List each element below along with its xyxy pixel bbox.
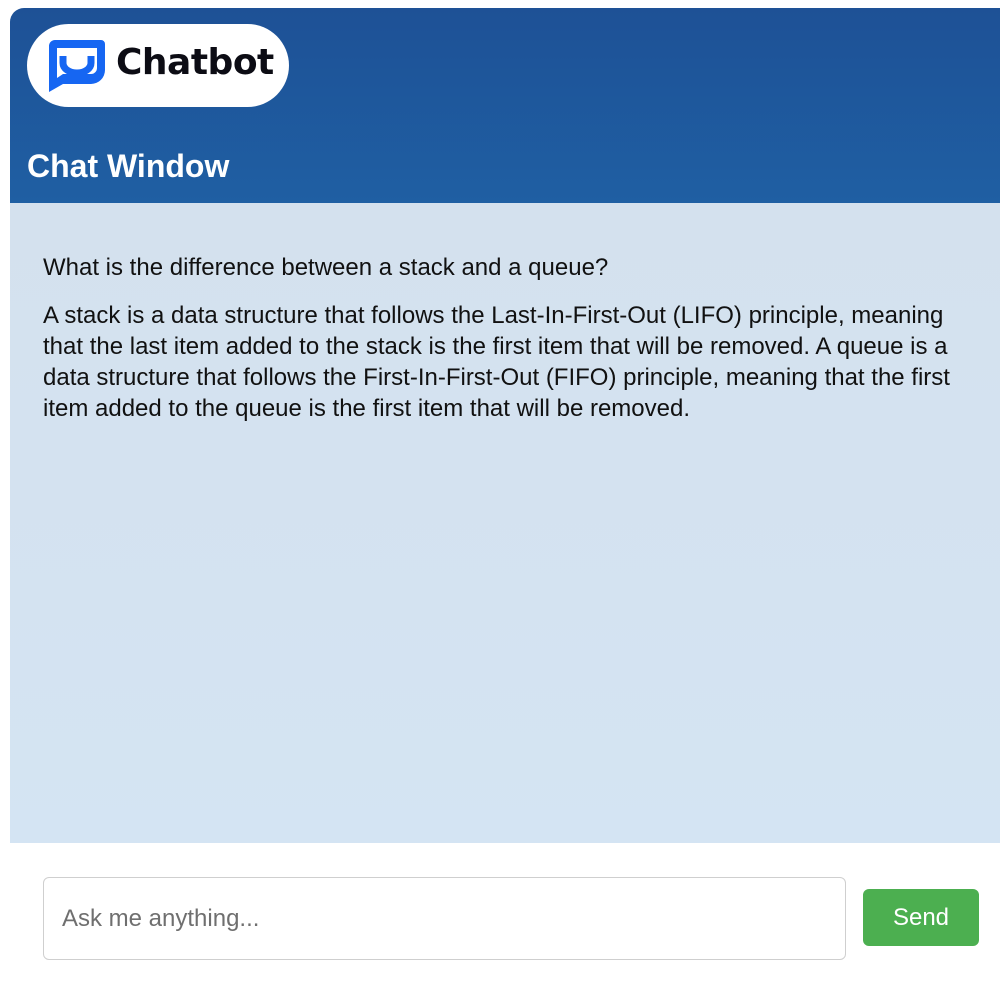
chat-window: Chatbot Chat Window What is the differen… <box>10 8 1000 991</box>
chatbot-logo: Chatbot <box>27 24 289 107</box>
page-title: Chat Window <box>27 148 230 184</box>
logo-text: Chatbot <box>116 42 274 83</box>
message-composer: Send <box>10 843 1000 991</box>
chat-header: Chatbot Chat Window <box>10 8 1000 203</box>
message-list: What is the difference between a stack a… <box>10 203 1000 843</box>
bot-message: A stack is a data structure that follows… <box>43 302 950 422</box>
message-input-box <box>43 877 846 960</box>
message-input[interactable] <box>44 878 845 959</box>
chat-bubble-smile-icon <box>49 40 105 92</box>
send-button[interactable]: Send <box>863 889 979 946</box>
user-message: What is the difference between a stack a… <box>43 254 609 281</box>
